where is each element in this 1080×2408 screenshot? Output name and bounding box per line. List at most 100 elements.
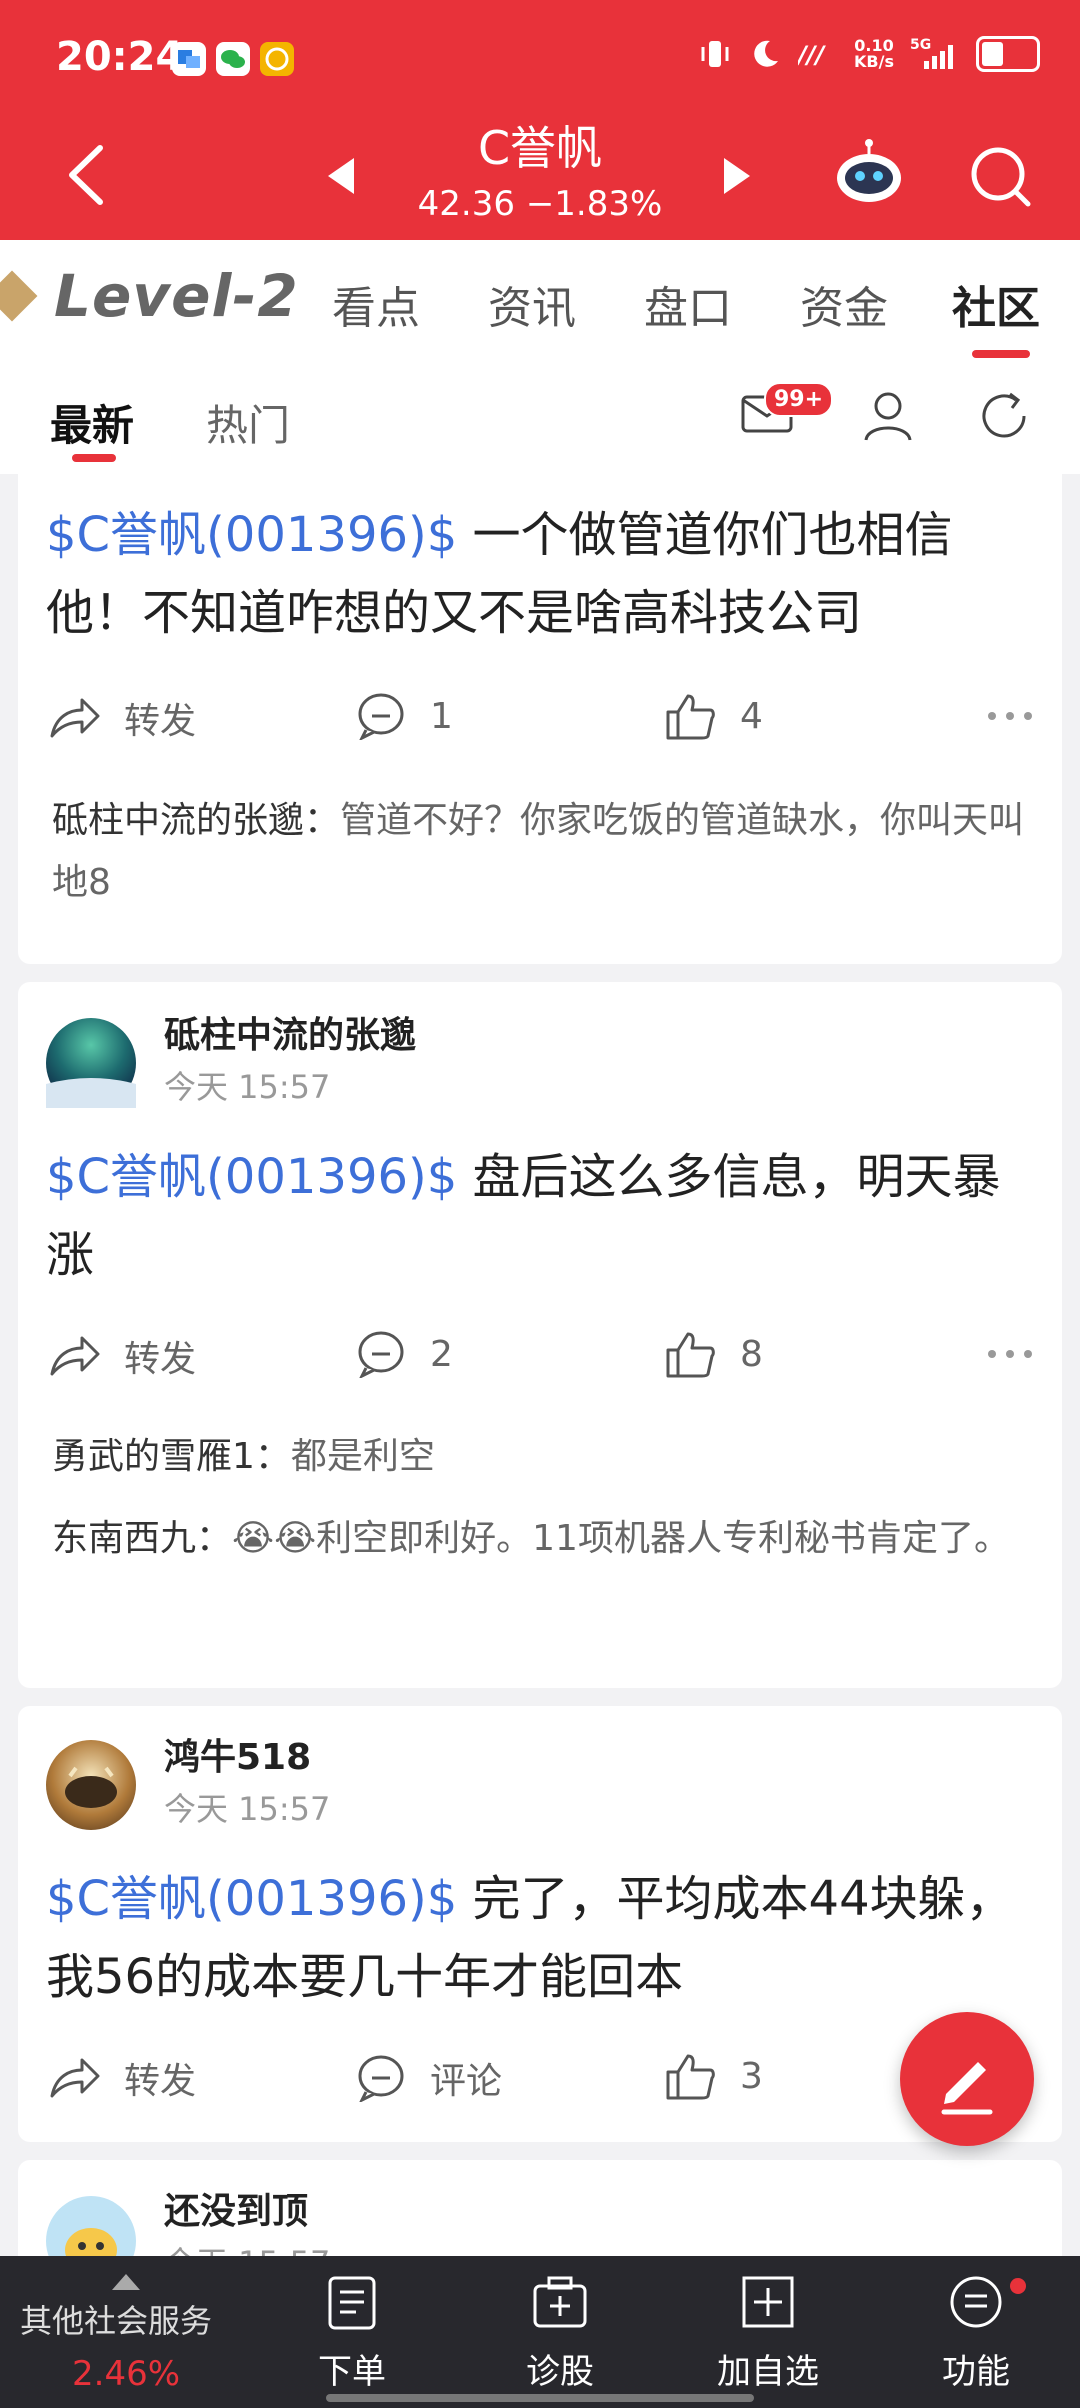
next-stock-icon[interactable] — [724, 158, 750, 194]
nav-diagnose-label: 诊股 — [526, 2352, 594, 2392]
comment-count: 1 — [430, 695, 453, 737]
net-speed: 0.10 KB/s — [854, 36, 894, 71]
reply-item[interactable]: 东南西九：😭😭利空即利好。11项机器人专利秘书肯定了。 — [52, 1508, 1032, 1570]
subtab-active-indicator — [72, 454, 116, 462]
header-bar: 20:24 /// 0.10 KB/s 5G C誉帆 42.36 −1.83% — [0, 0, 1080, 240]
subtab-latest[interactable]: 最新 — [50, 392, 134, 453]
sector-change: 2.46% — [72, 2354, 181, 2394]
post-card[interactable]: 砥柱中流的张邈 今天 15:57 $C誉帆(001396)$ 盘后这么多信息，明… — [18, 982, 1062, 1688]
tab-kandian[interactable]: 看点 — [332, 272, 420, 336]
like-button[interactable]: 4 — [664, 692, 763, 740]
status-bar: 20:24 /// 0.10 KB/s 5G — [0, 0, 1080, 120]
notification-icons — [172, 42, 294, 76]
user-icon[interactable] — [860, 388, 916, 444]
home-indicator[interactable] — [326, 2394, 754, 2402]
vibrate-icon — [701, 41, 729, 67]
comment-button[interactable]: 1 — [356, 692, 453, 740]
share-icon — [50, 1336, 100, 1376]
refresh-icon[interactable] — [976, 388, 1032, 444]
comment-count: 2 — [430, 1333, 453, 1375]
nav-functions[interactable]: 功能 — [896, 2256, 1056, 2393]
comment-icon — [358, 2055, 404, 2102]
comment-button[interactable]: 评论 — [356, 2052, 502, 2104]
nav-add-watchlist[interactable]: 加自选 — [688, 2256, 848, 2393]
stock-tag-link[interactable]: $C誉帆(001396)$ — [46, 507, 457, 563]
thumbs-up-icon — [666, 694, 715, 740]
svg-text:///: /// — [798, 41, 827, 69]
more-options-icon[interactable] — [988, 712, 1032, 720]
reply-item[interactable]: 勇武的雪雁1：都是利空 — [52, 1426, 1032, 1488]
comment-icon — [358, 693, 404, 740]
post-content[interactable]: $C誉帆(001396)$ 盘后这么多信息，明天暴涨 — [46, 1138, 1036, 1294]
wechat-icon — [216, 42, 250, 76]
like-count: 8 — [740, 1333, 763, 1375]
post-content[interactable]: $C誉帆(001396)$ 一个做管道你们也相信他！不知道咋想的又不是啥高科技公… — [46, 496, 1036, 652]
post-author[interactable]: 还没到顶 — [164, 2182, 308, 2234]
reply-item[interactable]: 砥柱中流的张邈：管道不好？你家吃饭的管道缺水，你叫天叫地8 — [52, 790, 1032, 914]
app-notification-icon — [172, 42, 206, 76]
share-button[interactable]: 转发 — [48, 692, 196, 744]
comment-icon — [358, 1331, 404, 1378]
stock-name: C誉帆 — [477, 121, 603, 175]
like-button[interactable]: 3 — [664, 2052, 763, 2100]
reply-author[interactable]: 勇武的雪雁1： — [52, 1436, 291, 1477]
reply-text: 😭😭利空即利好。11项机器人专利秘书肯定了。 — [232, 1518, 1010, 1559]
subtab-hot[interactable]: 热门 — [206, 392, 290, 453]
reply-author[interactable]: 东南西九： — [52, 1518, 232, 1559]
share-label: 转发 — [124, 2061, 197, 2102]
comment-button[interactable]: 2 — [356, 1330, 453, 1378]
sub-tabs — [0, 362, 1080, 474]
level2-badge[interactable]: Level-2 — [0, 262, 299, 330]
svg-text:5G: 5G — [910, 37, 931, 53]
nav-diagnose[interactable]: 诊股 — [480, 2256, 640, 2393]
post-content[interactable]: $C誉帆(001396)$ 完了，平均成本44块躲，我56的成本要几十年才能回本 — [46, 1860, 1036, 2016]
nav-order[interactable]: 下单 — [272, 2256, 432, 2393]
share-icon — [50, 2058, 100, 2098]
sector-label[interactable]: 其他社会服务 — [20, 2296, 212, 2342]
avatar[interactable] — [46, 1018, 136, 1108]
tab-orderbook[interactable]: 盘口 — [644, 272, 732, 336]
share-label: 转发 — [124, 701, 197, 742]
compose-button[interactable] — [900, 2012, 1034, 2146]
notification-dot — [1010, 2278, 1026, 2294]
nav-add-watchlist-label: 加自选 — [717, 2352, 819, 2392]
expand-up-icon[interactable] — [112, 2274, 140, 2290]
bottom-nav: 其他社会服务 2.46% 下单 诊股 加自选 功能 — [0, 2256, 1080, 2408]
avatar[interactable] — [46, 1740, 136, 1830]
share-icon — [50, 698, 100, 738]
diagnose-icon — [533, 2276, 587, 2328]
tab-funds[interactable]: 资金 — [800, 272, 888, 336]
tab-active-indicator — [972, 350, 1030, 358]
tab-news[interactable]: 资讯 — [488, 272, 576, 336]
reply-author[interactable]: 砥柱中流的张邈： — [52, 800, 340, 841]
share-button[interactable]: 转发 — [48, 2052, 196, 2104]
reply-text: 都是利空 — [290, 1436, 435, 1477]
like-button[interactable]: 8 — [664, 1330, 763, 1378]
stock-tag-link[interactable]: $C誉帆(001396)$ — [46, 1871, 457, 1927]
diamond-icon — [0, 270, 38, 322]
menu-circle-icon — [950, 2276, 1002, 2328]
moon-icon — [754, 40, 779, 67]
signal-icon: 5G — [910, 37, 953, 69]
nav-functions-label: 功能 — [942, 2352, 1010, 2392]
stock-title: C誉帆 42.36 −1.83% — [0, 112, 1080, 224]
post-time: 今天 15:57 — [164, 1790, 331, 1828]
post-card[interactable]: $C誉帆(001396)$ 一个做管道你们也相信他！不知道咋想的又不是啥高科技公… — [18, 474, 1062, 964]
status-time: 20:24 — [56, 34, 184, 80]
post-author[interactable]: 砥柱中流的张邈 — [164, 1006, 416, 1058]
stock-tag-link[interactable]: $C誉帆(001396)$ — [46, 1149, 457, 1205]
hd-icon: /// — [798, 41, 827, 69]
post-time: 今天 15:57 — [164, 1068, 331, 1106]
nav-order-label: 下单 — [318, 2352, 386, 2392]
tab-community[interactable]: 社区 — [952, 272, 1040, 336]
like-count: 4 — [740, 695, 763, 737]
like-count: 3 — [740, 2055, 763, 2097]
search-icon[interactable] — [966, 142, 1036, 212]
add-square-icon — [742, 2276, 794, 2328]
robot-assistant-icon[interactable] — [834, 138, 904, 208]
app-notification-icon-2 — [260, 42, 294, 76]
share-button[interactable]: 转发 — [48, 1330, 196, 1382]
more-options-icon[interactable] — [988, 1350, 1032, 1358]
post-author[interactable]: 鸿牛518 — [164, 1728, 311, 1780]
share-label: 转发 — [124, 1339, 197, 1380]
